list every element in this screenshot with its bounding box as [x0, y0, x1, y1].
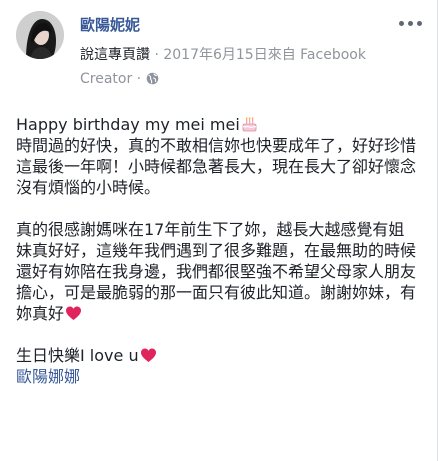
closing-text: 生日快樂I love u	[16, 346, 139, 365]
message-paragraph-2: 真的很感謝媽咪在17年前生下了妳，越長大越感覺有姐妹真好好，這幾年我們遇到了很多…	[16, 219, 420, 324]
byline-label[interactable]: 說這專頁讚	[80, 47, 150, 63]
author-name[interactable]: 歐陽妮妮	[80, 14, 140, 35]
profile-avatar[interactable]	[16, 11, 64, 59]
globe-icon[interactable]	[146, 69, 159, 85]
red-heart-icon	[140, 347, 157, 364]
birthday-greeting: Happy birthday my mei mei	[16, 115, 240, 134]
message-closing: 生日快樂I love u	[16, 345, 420, 366]
post-meta: 說這專頁讚 · 2017年6月15日來自 Facebook Creator ·	[80, 43, 410, 91]
facebook-post: 歐陽妮妮 說這專頁讚 · 2017年6月15日來自 Facebook Creat…	[0, 0, 438, 461]
meta-separator: ·	[150, 47, 164, 63]
more-dot	[416, 20, 422, 26]
more-dot	[407, 20, 413, 26]
meta-separator-2: ·	[132, 71, 146, 87]
birthday-cake-icon	[241, 116, 258, 133]
more-dot	[398, 20, 404, 26]
red-heart-icon	[65, 305, 82, 322]
mention-link[interactable]: 歐陽娜娜	[16, 366, 80, 387]
message-paragraph-1: 時間過的好快，真的不敢相信妳也快要成年了，好好珍惜這最後一年啊！小時候都急著長大…	[16, 136, 417, 197]
more-options-icon[interactable]	[397, 12, 423, 34]
post-message: Happy birthday my mei mei 時間過的好快，真的不敢相信妳…	[16, 114, 420, 387]
message-line-1: Happy birthday my mei mei	[16, 114, 420, 135]
message-mention-line: 歐陽娜娜	[16, 366, 420, 387]
